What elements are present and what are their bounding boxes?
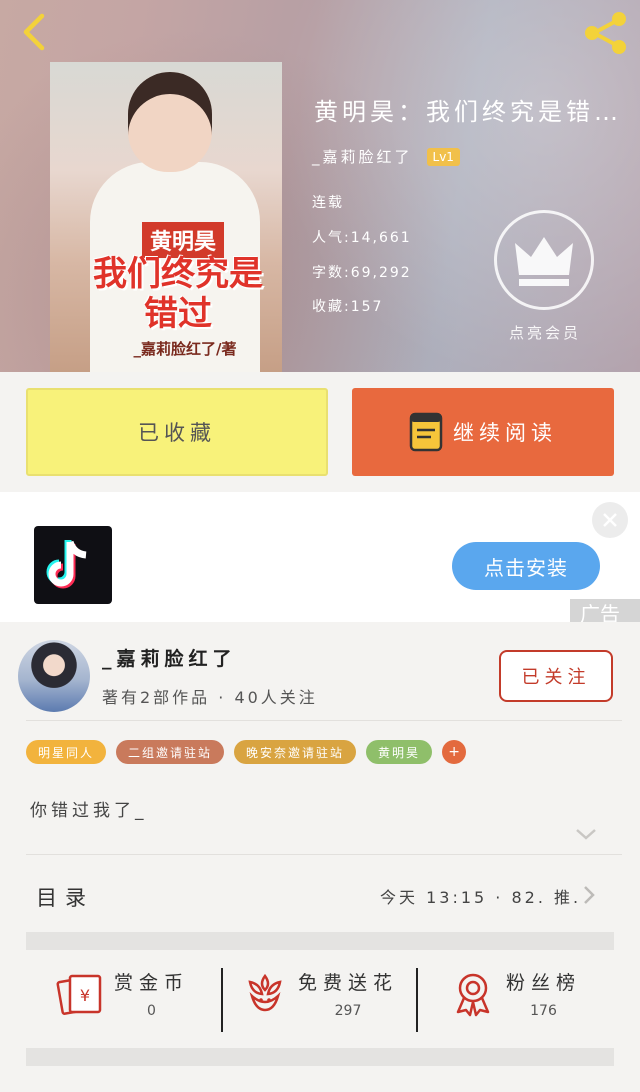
section-separator xyxy=(26,1048,614,1066)
author-summary: 著有2部作品 · 40人关注 xyxy=(102,688,318,707)
author-avatar[interactable] xyxy=(18,640,90,712)
continue-reading-button[interactable]: 继续阅读 xyxy=(352,388,614,476)
chevron-down-icon[interactable] xyxy=(574,826,598,842)
cover-title: 我们终究是错过 xyxy=(93,254,263,334)
reward-coins-count: 0 xyxy=(147,1003,156,1019)
continue-label: 继续阅读 xyxy=(453,421,557,445)
ad-close-icon[interactable] xyxy=(592,502,628,538)
fan-ranking-button[interactable]: 粉丝榜 176 xyxy=(448,968,581,1032)
send-flower-count: 297 xyxy=(334,1003,362,1019)
author-name[interactable]: _嘉莉脸红了 xyxy=(312,146,413,167)
cover-figure-head xyxy=(128,72,212,172)
reward-coins-title: 赏金币 xyxy=(114,972,190,994)
tag-item[interactable]: 晚安奈邀请驻站 xyxy=(234,740,357,764)
back-arrow-icon[interactable] xyxy=(14,10,58,54)
fan-ranking-count: 176 xyxy=(530,1003,557,1019)
tag-item[interactable]: 二组邀请驻站 xyxy=(116,740,225,764)
book-cover[interactable]: 黄明昊 我们终究是错过 _嘉莉脸红了/著 xyxy=(50,62,282,372)
collected-button[interactable]: 已收藏 xyxy=(26,388,328,476)
add-tag-button[interactable]: + xyxy=(442,740,467,764)
cover-tag: 黄明昊 xyxy=(142,222,225,258)
send-flower-button[interactable]: 免费送花 297 xyxy=(240,968,398,1032)
install-label: 点击安装 xyxy=(484,555,568,580)
book-header: 黄明昊 我们终究是错过 _嘉莉脸红了/著 黄明昊：我们终究是错… _嘉莉脸红了 … xyxy=(0,0,640,372)
tag-item[interactable]: 明星同人 xyxy=(26,740,107,764)
svg-text:¥: ¥ xyxy=(80,986,90,1005)
reward-coins-button[interactable]: ¥ 赏金币 0 xyxy=(56,968,189,1032)
vertical-divider xyxy=(416,968,418,1032)
toc-label: 目录 xyxy=(36,886,94,910)
favorites-stat: 收藏:157 xyxy=(312,299,384,315)
chevron-right-icon xyxy=(584,886,595,904)
author-row: _嘉莉脸红了 Lv1 xyxy=(312,146,460,167)
book-icon xyxy=(409,412,443,452)
toc-latest-chapter: 今天 13:15 · 82. 推. xyxy=(380,888,582,907)
author-section-name[interactable]: _嘉莉脸红了 xyxy=(102,644,237,671)
divider xyxy=(26,854,622,855)
vip-button[interactable] xyxy=(494,210,594,310)
serial-status: 连载 xyxy=(312,195,344,211)
book-intro: 你错过我了_ xyxy=(30,801,148,821)
book-detail-page: 黄明昊 我们终究是错过 _嘉莉脸红了/著 黄明昊：我们终究是错… _嘉莉脸红了 … xyxy=(0,0,640,1092)
follow-button[interactable]: 已关注 xyxy=(499,650,613,702)
vip-label: 点亮会员 xyxy=(508,324,581,342)
vertical-divider xyxy=(221,968,223,1032)
crown-icon xyxy=(515,237,573,286)
send-flower-title: 免费送花 xyxy=(298,972,399,994)
red-envelope-icon: ¥ xyxy=(56,974,102,1015)
award-ribbon-icon xyxy=(456,973,490,1017)
share-icon[interactable] xyxy=(580,10,630,56)
level-badge: Lv1 xyxy=(426,147,460,166)
popularity-stat: 人气:14,661 xyxy=(312,230,412,246)
flower-icon xyxy=(248,973,282,1012)
collected-label: 已收藏 xyxy=(138,421,216,445)
tag-item[interactable]: 黄明昊 xyxy=(366,740,433,764)
tiktok-logo-icon xyxy=(34,526,112,604)
fan-ranking-title: 粉丝榜 xyxy=(506,972,582,994)
install-button[interactable]: 点击安装 xyxy=(452,542,600,590)
book-title: 黄明昊：我们终究是错… xyxy=(314,98,622,126)
divider xyxy=(26,720,622,721)
follow-label: 已关注 xyxy=(521,667,591,688)
word-count-stat: 字数:69,292 xyxy=(312,265,412,281)
tag-list: 明星同人 二组邀请驻站 晚安奈邀请驻站 黄明昊 + xyxy=(26,740,467,764)
section-separator xyxy=(26,932,614,950)
cover-author: _嘉莉脸红了/著 xyxy=(133,340,237,358)
ad-label: 广告 xyxy=(570,599,640,622)
